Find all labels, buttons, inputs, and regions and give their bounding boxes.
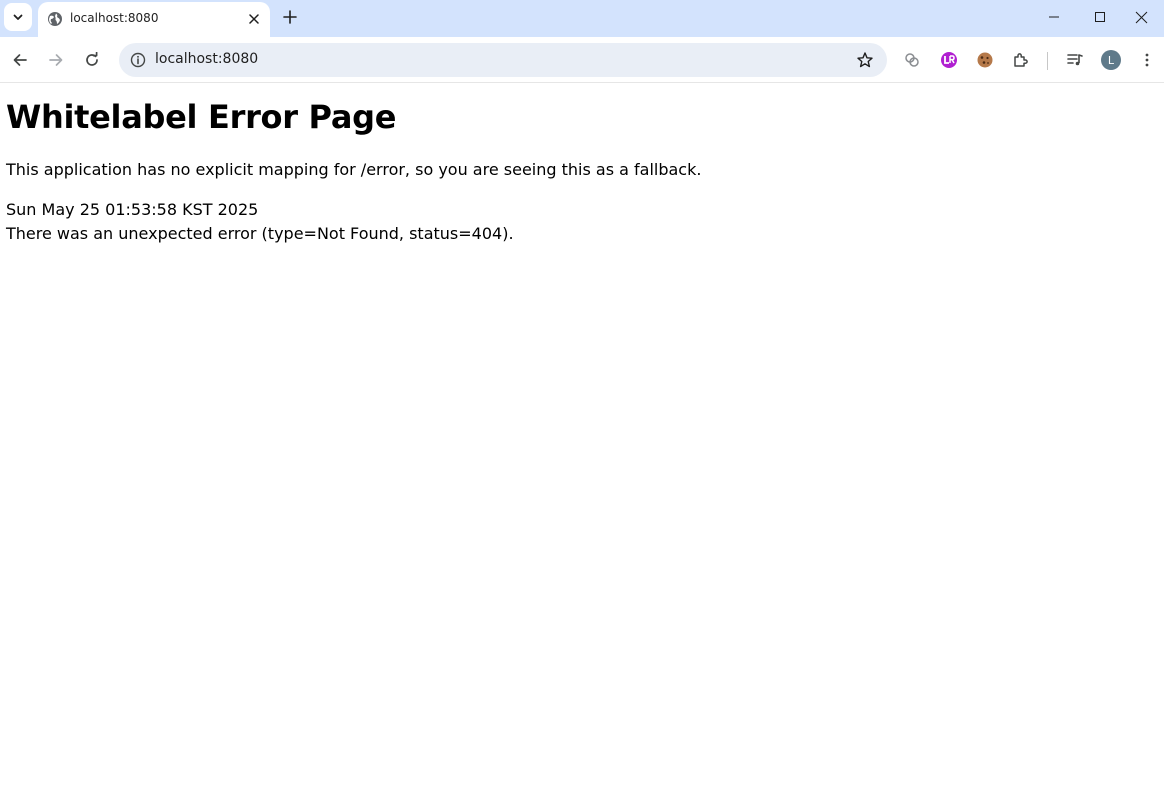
- extension-button-2[interactable]: [935, 46, 963, 74]
- plus-icon: [283, 10, 297, 24]
- tab-title: localhost:8080: [70, 11, 159, 25]
- error-details: There was an unexpected error (type=Not …: [6, 224, 514, 243]
- star-icon: [857, 52, 873, 68]
- tab-active[interactable]: localhost:8080: [38, 2, 270, 37]
- chevron-down-icon: [13, 14, 23, 20]
- puzzle-icon: [1014, 53, 1028, 67]
- extension-purple-icon: [941, 52, 957, 68]
- extension-button-3[interactable]: [971, 46, 999, 74]
- reload-icon: [86, 52, 98, 66]
- page-title: Whitelabel Error Page: [6, 98, 397, 136]
- arrow-right-icon: [49, 54, 63, 66]
- address-bar[interactable]: localhost:8080: [119, 43, 887, 77]
- info-icon: [130, 52, 146, 68]
- minimize-button[interactable]: [1031, 0, 1077, 34]
- forward-button[interactable]: [42, 46, 70, 74]
- back-button[interactable]: [6, 46, 34, 74]
- more-vertical-icon: [1145, 53, 1149, 67]
- minimize-icon: [1049, 16, 1059, 18]
- url-text[interactable]: localhost:8080: [155, 51, 258, 67]
- extension-button-1[interactable]: [898, 46, 926, 74]
- extension-link-icon: [905, 53, 919, 67]
- browser-toolbar: localhost:8080 L: [0, 37, 1164, 83]
- error-explanation: This application has no explicit mapping…: [6, 160, 702, 179]
- close-window-button[interactable]: [1118, 0, 1164, 34]
- tab-strip: localhost:8080: [0, 0, 1164, 37]
- browser-menu-button[interactable]: [1133, 46, 1161, 74]
- toolbar-separator: [1047, 52, 1048, 70]
- profile-avatar[interactable]: L: [1101, 50, 1121, 70]
- playlist-music-icon: [1067, 54, 1083, 66]
- arrow-left-icon: [13, 54, 27, 66]
- globe-icon: [48, 12, 62, 26]
- maximize-icon: [1095, 12, 1105, 22]
- media-controls-button[interactable]: [1061, 46, 1089, 74]
- cookie-icon: [977, 52, 993, 68]
- tab-close-button[interactable]: [244, 9, 264, 29]
- close-icon: [249, 14, 259, 24]
- maximize-button[interactable]: [1077, 0, 1123, 34]
- page-content: Whitelabel Error Page This application h…: [0, 84, 1164, 807]
- extensions-menu-button[interactable]: [1007, 46, 1035, 74]
- tab-search-button[interactable]: [4, 3, 32, 31]
- reload-button[interactable]: [78, 46, 106, 74]
- site-info-button[interactable]: [125, 47, 151, 73]
- close-icon: [1135, 11, 1147, 23]
- bookmark-star-button[interactable]: [853, 48, 877, 72]
- new-tab-button[interactable]: [278, 5, 302, 29]
- error-timestamp: Sun May 25 01:53:58 KST 2025: [6, 200, 259, 219]
